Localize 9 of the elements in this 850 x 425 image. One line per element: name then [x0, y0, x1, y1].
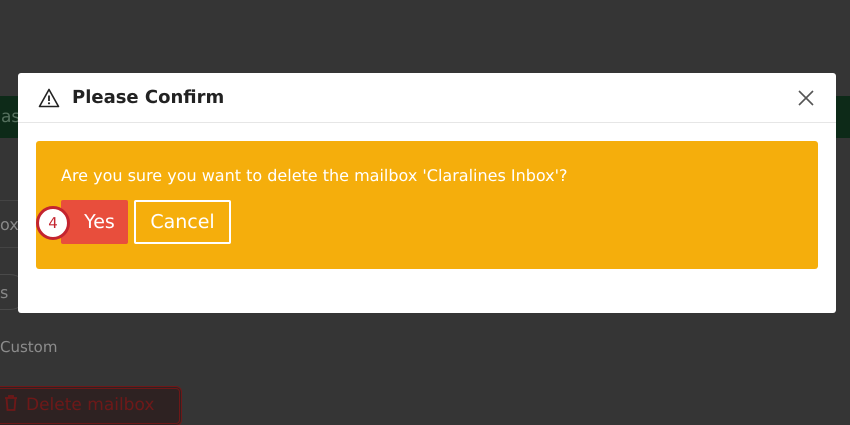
confirm-message: Are you sure you want to delete the mailbox 'Claralines Inbox'? — [61, 166, 569, 186]
option-label: Custom — [0, 338, 58, 356]
confirm-button[interactable]: Yes — [61, 200, 128, 244]
warning-icon — [38, 88, 60, 108]
cancel-button[interactable]: Cancel — [134, 200, 231, 244]
dialog-title: Please Confirm — [72, 87, 226, 108]
step-badge: 4 — [36, 206, 70, 240]
trash-icon — [4, 395, 18, 411]
close-icon[interactable] — [798, 90, 814, 106]
